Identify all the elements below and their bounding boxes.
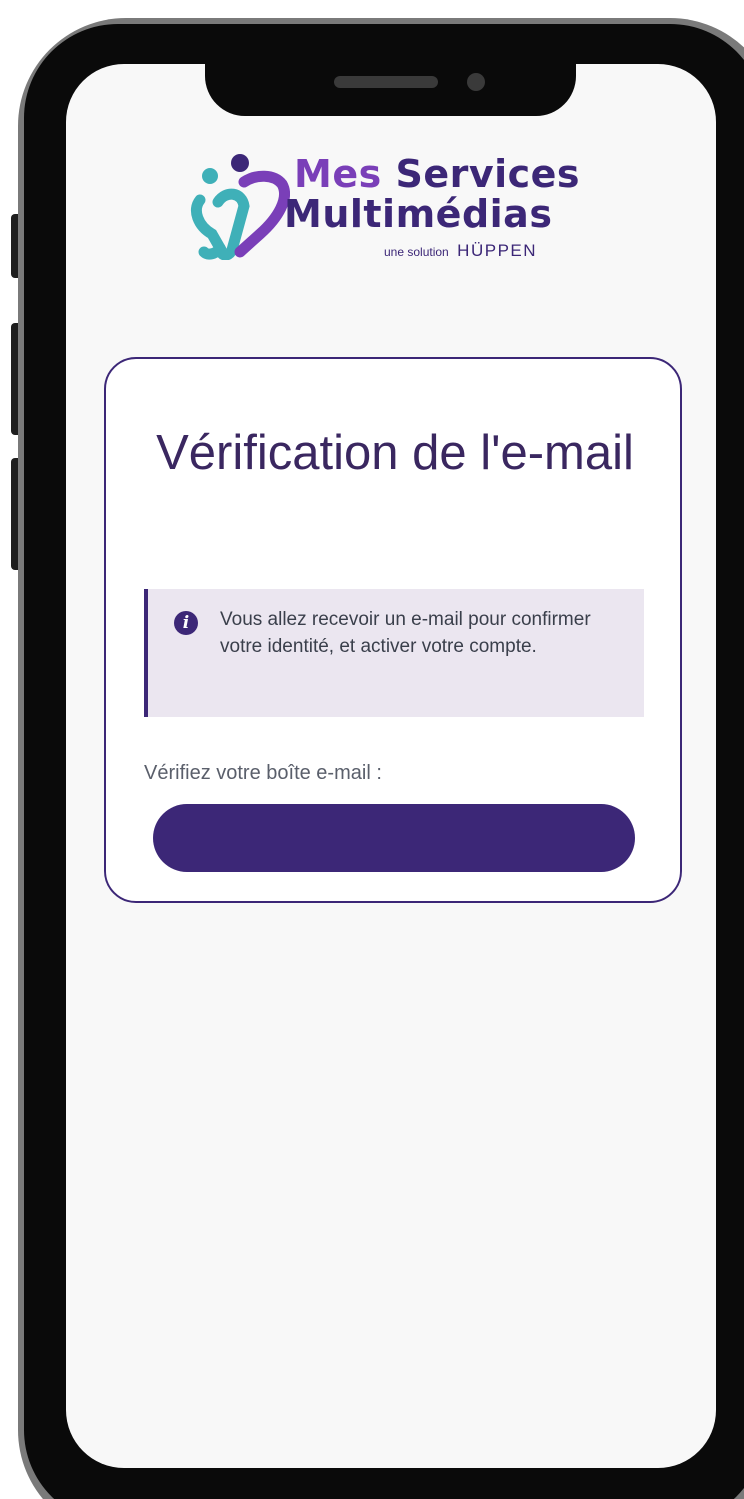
- logo-word-services: Services: [395, 152, 581, 196]
- logo-word-mes: Mes: [294, 152, 382, 196]
- phone-mockup: Mes Services Multimédias une solution HÜ…: [0, 0, 744, 1499]
- front-camera: [467, 73, 485, 91]
- logo-tagline-text: une solution: [384, 245, 449, 259]
- logo-wordmark-line1: Mes Services: [294, 152, 580, 196]
- brand-logo: Mes Services Multimédias une solution HÜ…: [190, 150, 610, 265]
- page-title: Vérification de l'e-mail: [156, 426, 634, 480]
- logo-tagline-brand: HÜPPEN: [457, 241, 538, 260]
- email-verification-card: Vérification de l'e-mail i Vous allez re…: [104, 357, 682, 903]
- check-inbox-label: Vérifiez votre boîte e-mail :: [144, 762, 382, 784]
- logo-wordmark-line2: Multimédias: [284, 192, 553, 236]
- info-alert-message: Vous allez recevoir un e-mail pour confi…: [220, 609, 591, 657]
- info-alert: i Vous allez recevoir un e-mail pour con…: [144, 589, 644, 717]
- logo-tagline: une solution HÜPPEN: [384, 241, 537, 261]
- open-mailbox-button[interactable]: [153, 804, 635, 872]
- speaker-grille: [334, 76, 438, 88]
- heart-people-logo-icon: [191, 154, 290, 260]
- info-icon: i: [174, 611, 198, 635]
